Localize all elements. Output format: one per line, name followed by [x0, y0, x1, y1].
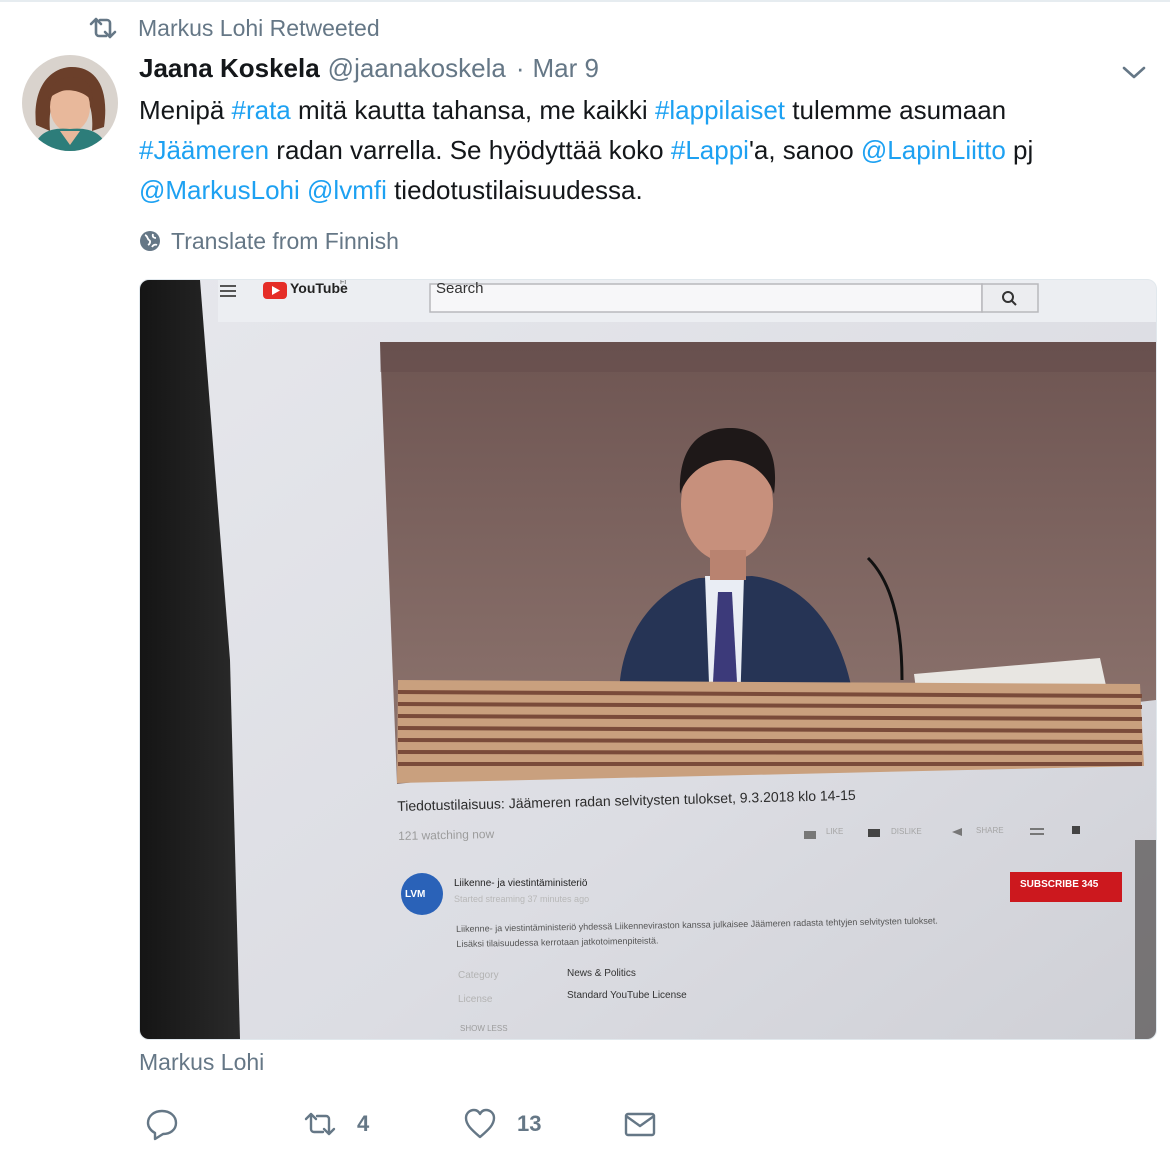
- category-value: News & Politics: [567, 968, 636, 979]
- retweet-icon: [89, 17, 117, 39]
- tweet-text: Menipä #rata mitä kautta tahansa, me kai…: [139, 90, 1139, 210]
- translate-link[interactable]: Translate from Finnish: [139, 226, 399, 256]
- tweet-text-segment: tulemme asumaan: [785, 95, 1007, 125]
- like-count: 13: [517, 1111, 542, 1136]
- mention-link[interactable]: @MarkusLohi: [139, 175, 300, 205]
- retweet-button[interactable]: 4: [303, 1100, 369, 1148]
- tweet-text-segment: radan varrella. Se hyödyttää koko: [269, 135, 671, 165]
- share-label: SHARE: [976, 826, 1004, 835]
- direct-message-button[interactable]: [623, 1100, 657, 1148]
- reply-button[interactable]: [145, 1100, 179, 1148]
- channel-name: Liikenne- ja viestintäministeriö: [454, 878, 588, 889]
- media-caption[interactable]: Markus Lohi: [139, 1049, 264, 1076]
- youtube-region: FI: [340, 279, 347, 286]
- started-streaming: Started streaming 37 minutes ago: [454, 894, 590, 904]
- retweet-context: Markus Lohi Retweeted: [88, 12, 380, 44]
- like-button[interactable]: 13: [463, 1100, 541, 1148]
- channel-logo-text: LVM: [405, 889, 426, 900]
- like-icon: [464, 1108, 496, 1139]
- translate-label: Translate from Finnish: [171, 227, 399, 254]
- mention-link[interactable]: @lvmfi: [307, 175, 387, 205]
- license-value: Standard YouTube License: [567, 990, 687, 1001]
- category-label: Category: [458, 970, 499, 981]
- tweet-text-segment: Menipä: [139, 95, 232, 125]
- tweet-header: Jaana Koskela @jaanakoskela · Mar 9: [139, 53, 599, 89]
- avatar[interactable]: [22, 55, 118, 151]
- youtube-search-input: Search: [436, 280, 484, 297]
- tweet-date[interactable]: Mar 9: [533, 53, 599, 84]
- mention-link[interactable]: @LapinLiitto: [861, 135, 1006, 165]
- hashtag-link[interactable]: #Jäämeren: [139, 135, 269, 165]
- hashtag-link[interactable]: #Lappi: [671, 135, 749, 165]
- author-name[interactable]: Jaana Koskela: [139, 53, 320, 84]
- youtube-logo-icon: [263, 282, 287, 299]
- reply-icon: [146, 1109, 178, 1141]
- tweet-text-segment: [300, 175, 307, 205]
- author-handle[interactable]: @jaanakoskela: [328, 53, 506, 84]
- globe-icon: [140, 231, 160, 251]
- show-less: SHOW LESS: [460, 1024, 508, 1033]
- chevron-down-icon[interactable]: [1118, 58, 1150, 86]
- dislike-label: DISLIKE: [891, 827, 922, 836]
- tweet-text-segment: pj: [1005, 135, 1034, 165]
- tweet-text-segment: tiedotustilaisuudessa.: [386, 175, 643, 205]
- retweet-count: 4: [357, 1111, 370, 1136]
- watching-count: 121 watching now: [398, 826, 495, 843]
- avatar-image: [22, 55, 118, 151]
- license-label: License: [458, 994, 493, 1005]
- hashtag-link[interactable]: #lappilaiset: [655, 95, 785, 125]
- direct-message-icon: [624, 1112, 656, 1137]
- retweeter-link[interactable]: Markus Lohi Retweeted: [138, 15, 380, 42]
- header-separator: ·: [515, 53, 525, 83]
- tweet-text-segment: 'a, sanoo: [748, 135, 861, 165]
- hashtag-link[interactable]: #rata: [232, 95, 291, 125]
- tweet-media-photo[interactable]: YouTube FI Search Tiedotustilaisuus: Jää…: [139, 279, 1157, 1040]
- retweet-icon: [304, 1112, 336, 1136]
- subscribe-button: SUBSCRIBE 345: [1020, 879, 1099, 890]
- top-divider: [0, 0, 1170, 2]
- tweet-text-segment: mitä kautta tahansa, me kaikki: [290, 95, 655, 125]
- menu-icon: [220, 285, 236, 297]
- like-label: LIKE: [826, 827, 844, 836]
